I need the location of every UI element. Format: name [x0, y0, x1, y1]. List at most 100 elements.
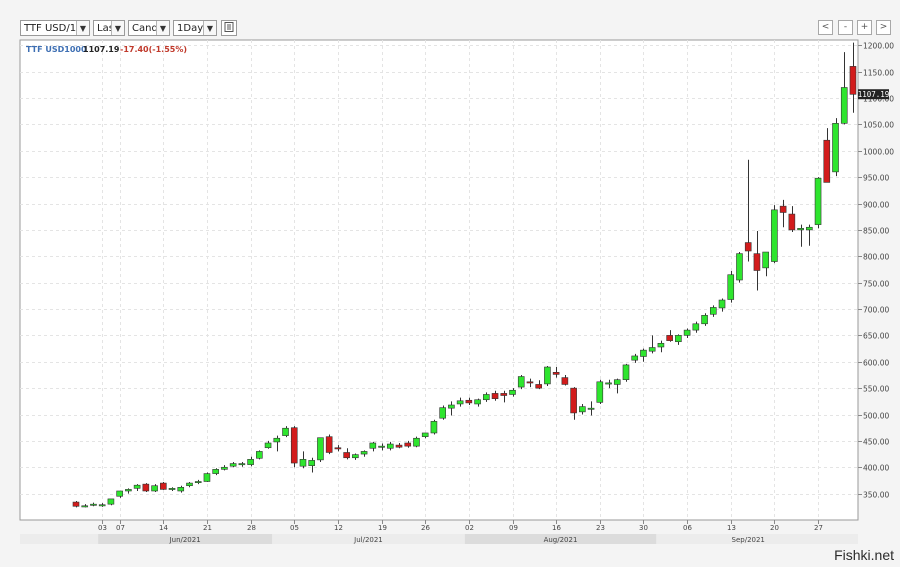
chevron-right-icon: >: [879, 22, 888, 32]
candle-body: [186, 482, 193, 487]
calendar-icon: [224, 22, 234, 32]
candle-body: [762, 251, 769, 269]
candle-body: [657, 342, 665, 348]
candle-body: [81, 505, 89, 508]
candle: [325, 434, 333, 455]
candle-body: [290, 427, 298, 464]
month-label: Aug/2021: [544, 536, 578, 544]
calendar-button[interactable]: [221, 20, 237, 36]
candle-body: [718, 299, 726, 309]
candle-body: [500, 393, 508, 396]
x-tick-label: 07: [116, 524, 125, 532]
candle-body: [596, 381, 604, 403]
candle: [727, 271, 735, 303]
x-tick-label: 06: [683, 524, 692, 532]
candle-body: [727, 274, 735, 300]
zoom-out-icon: -: [843, 22, 848, 32]
candle-body: [238, 463, 246, 466]
candle-body: [526, 381, 534, 384]
candle-body: [395, 444, 403, 448]
candle: [814, 177, 822, 229]
candle-body: [465, 399, 473, 404]
candle: [107, 498, 115, 506]
month-label: Jul/2021: [353, 536, 383, 544]
y-tick-label: 450.00: [863, 438, 889, 447]
y-tick-label: 750.00: [863, 280, 889, 289]
candle-body: [648, 347, 656, 352]
y-tick-label: 550.00: [863, 385, 889, 394]
candle: [160, 482, 167, 490]
candle: [317, 437, 324, 462]
x-tick-label: 20: [770, 524, 779, 532]
x-tick-label: 09: [509, 524, 518, 532]
scroll-right-button[interactable]: >: [876, 20, 891, 35]
candle-body: [334, 447, 342, 450]
month-label: Jun/2021: [169, 536, 201, 544]
candle-body: [675, 335, 682, 343]
candle-body: [282, 427, 289, 436]
candle-body: [666, 335, 673, 341]
candle-body: [579, 406, 586, 413]
price-chart[interactable]: 350.00 400.00 450.00 500.00 550.00 600.00 650.…: [0, 38, 900, 548]
candle-body: [151, 485, 158, 492]
candle-body: [98, 504, 106, 507]
candle-body: [779, 205, 787, 213]
y-tick-label: 600.00: [863, 359, 889, 368]
zoom-in-button[interactable]: +: [857, 20, 872, 35]
price-tag-label: 1107.19: [858, 90, 890, 99]
candle-body: [343, 452, 350, 459]
candle-body: [264, 442, 272, 449]
x-tick-label: 05: [290, 524, 299, 532]
candle-body: [544, 366, 551, 385]
y-tick-label: 1200.00: [863, 42, 894, 51]
candle-body: [509, 389, 516, 395]
candle-body: [404, 442, 412, 447]
candle-body: [701, 315, 708, 325]
scroll-left-button[interactable]: <: [818, 20, 833, 35]
x-tick-label: 23: [596, 524, 605, 532]
candle-body: [133, 484, 141, 489]
y-tick-label: 400.00: [863, 464, 889, 473]
candle: [142, 483, 150, 493]
candle-body: [168, 488, 176, 490]
candle-body: [90, 503, 97, 506]
candle-body: [753, 253, 761, 271]
candle-body: [360, 451, 368, 455]
candle-body: [622, 364, 630, 380]
candle-body: [736, 253, 743, 281]
candle-body: [552, 372, 560, 375]
chart-style-select[interactable]: Candle ▼: [128, 20, 170, 36]
y-tick-label: 1050.00: [863, 121, 894, 130]
candle-body: [683, 329, 691, 336]
x-tick-label: 30: [639, 524, 648, 532]
interval-select[interactable]: 1Day ▼: [173, 20, 217, 36]
candle-body: [256, 451, 263, 459]
candle-body: [116, 490, 123, 497]
candle-body: [474, 399, 481, 405]
candle: [413, 436, 420, 448]
chart-legend: TTF USD1000 1107.19 -17.40(-1.55%): [26, 45, 187, 54]
x-tick-label: 12: [334, 524, 343, 532]
symbol-select[interactable]: TTF USD/100 ▼: [20, 20, 90, 36]
legend-last-price: 1107.19: [83, 45, 120, 54]
x-tick-label: 14: [159, 524, 168, 532]
y-tick-label: 1150.00: [863, 69, 894, 78]
candle-body: [177, 486, 185, 492]
chevron-down-icon: ▼: [76, 21, 89, 35]
x-tick-label: 28: [247, 524, 256, 532]
candle: [203, 472, 211, 483]
legend-symbol: TTF USD1000: [26, 45, 87, 54]
candle: [832, 118, 839, 177]
watermark: Fishki.net: [834, 547, 894, 563]
last-price-tag: 1107.19: [858, 89, 890, 100]
candle-body: [107, 498, 115, 505]
y-tick-label: 350.00: [863, 491, 889, 500]
price-type-select[interactable]: Last ▼: [93, 20, 125, 36]
chevron-down-icon: ▼: [203, 21, 216, 35]
x-tick-label: 16: [552, 524, 561, 532]
legend-change: -17.40(-1.55%): [120, 45, 187, 54]
candle-body: [352, 454, 359, 459]
x-axis: 03 07 14 21 28 05 12 19 26 02 09 16 23 30 06 13 20 27: [98, 520, 823, 532]
candle-body: [535, 384, 542, 389]
zoom-out-button[interactable]: -: [838, 20, 853, 35]
